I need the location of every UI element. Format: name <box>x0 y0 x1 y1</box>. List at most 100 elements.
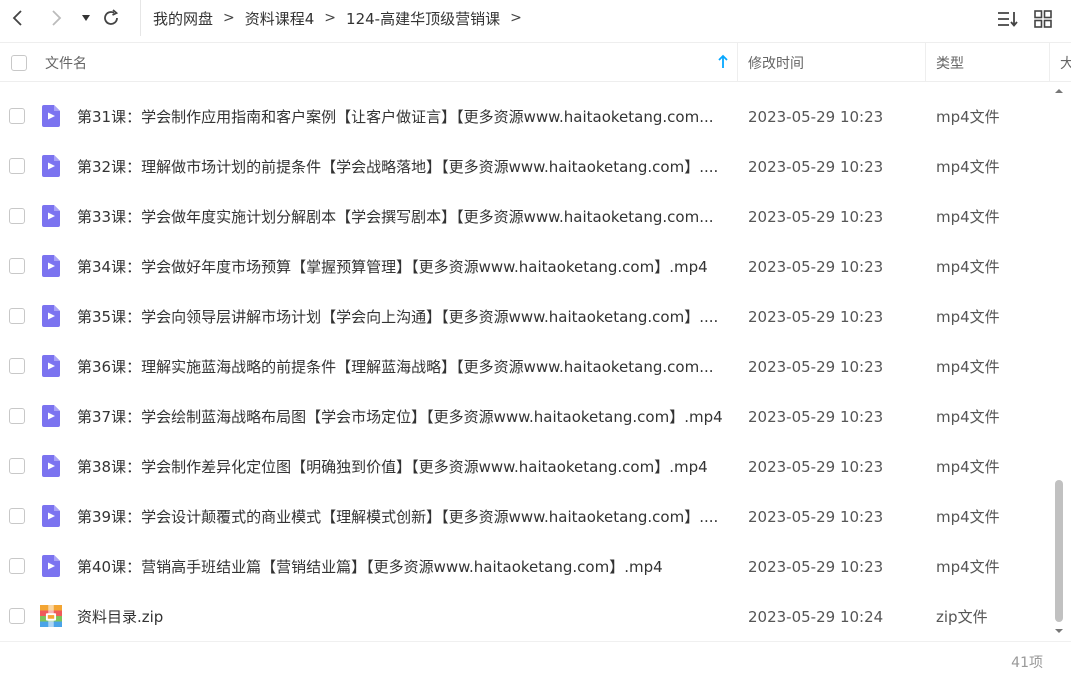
file-modified: 2023-05-29 10:23 <box>748 358 884 376</box>
breadcrumb-item-root[interactable]: 我的网盘 <box>153 8 213 29</box>
column-type[interactable]: 类型 <box>936 43 964 82</box>
column-modified[interactable]: 修改时间 <box>748 43 804 82</box>
row-checkbox[interactable] <box>9 158 25 174</box>
breadcrumb: 我的网盘 > 资料课程4 > 124-高建华顶级营销课 > <box>140 0 532 36</box>
row-checkbox[interactable] <box>9 508 25 524</box>
sort-button[interactable] <box>996 7 1020 31</box>
breadcrumb-item-course4[interactable]: 资料课程4 <box>245 8 315 29</box>
row-checkbox[interactable] <box>9 408 25 424</box>
file-modified: 2023-05-29 10:23 <box>748 158 884 176</box>
file-row[interactable]: 第34课：学会做好年度市场预算【掌握预算管理】【更多资源www.haitaoke… <box>0 242 1050 292</box>
file-modified: 2023-05-29 10:24 <box>748 608 884 626</box>
row-checkbox[interactable] <box>9 308 25 324</box>
video-file-icon <box>42 355 60 377</box>
file-type: zip文件 <box>936 608 988 626</box>
chevron-left-icon <box>12 10 22 26</box>
row-checkbox[interactable] <box>9 258 25 274</box>
file-name: 第31课：学会制作应用指南和客户案例【让客户做证言】【更多资源www.haita… <box>77 108 714 126</box>
refresh-button[interactable] <box>99 6 123 30</box>
video-file-icon <box>42 505 60 527</box>
file-type: mp4文件 <box>936 108 1000 126</box>
file-name: 第39课：学会设计颠覆式的商业模式【理解模式创新】【更多资源www.haitao… <box>77 508 719 526</box>
row-checkbox[interactable] <box>9 458 25 474</box>
breadcrumb-separator: > <box>510 10 522 26</box>
file-row[interactable]: 第36课：理解实施蓝海战略的前提条件【理解蓝海战略】【更多资源www.haita… <box>0 342 1050 392</box>
video-file-icon <box>42 105 60 127</box>
file-name: 第35课：学会向领导层讲解市场计划【学会向上沟通】【更多资源www.haitao… <box>77 308 719 326</box>
file-row[interactable]: 第39课：学会设计颠覆式的商业模式【理解模式创新】【更多资源www.haitao… <box>0 492 1050 542</box>
select-all-checkbox-cell <box>11 43 27 82</box>
zip-file-icon <box>40 605 62 627</box>
column-divider[interactable] <box>737 43 738 82</box>
history-dropdown-button[interactable] <box>74 6 98 30</box>
row-checkbox[interactable] <box>9 108 25 124</box>
caret-down-icon <box>82 15 90 21</box>
file-name: 第33课：学会做年度实施计划分解剧本【学会撰写剧本】【更多资源www.haita… <box>77 208 714 226</box>
column-divider[interactable] <box>1049 43 1050 82</box>
sort-icon <box>998 12 1018 27</box>
file-type: mp4文件 <box>936 158 1000 176</box>
column-name[interactable]: 文件名 <box>45 43 87 82</box>
video-file-icon <box>42 155 60 177</box>
file-modified: 2023-05-29 10:23 <box>748 458 884 476</box>
file-name: 第40课：营销高手班结业篇【营销结业篇】【更多资源www.haitaoketan… <box>77 558 663 576</box>
file-modified: 2023-05-29 10:23 <box>748 258 884 276</box>
row-checkbox[interactable] <box>9 558 25 574</box>
video-file-icon <box>42 405 60 427</box>
column-header: 文件名 修改时间 类型 大 <box>0 42 1071 82</box>
file-modified: 2023-05-29 10:23 <box>748 408 884 426</box>
file-type: mp4文件 <box>936 508 1000 526</box>
file-name: 第32课：理解做市场计划的前提条件【学会战略落地】【更多资源www.haitao… <box>77 158 719 176</box>
video-file-icon <box>42 255 60 277</box>
file-modified: 2023-05-29 10:23 <box>748 108 884 126</box>
row-checkbox[interactable] <box>9 208 25 224</box>
file-type: mp4文件 <box>936 358 1000 376</box>
breadcrumb-item-current[interactable]: 124-高建华顶级营销课 <box>346 8 500 29</box>
file-name: 第36课：理解实施蓝海战略的前提条件【理解蓝海战略】【更多资源www.haita… <box>77 358 714 376</box>
file-row[interactable]: 第32课：理解做市场计划的前提条件【学会战略落地】【更多资源www.haitao… <box>0 142 1050 192</box>
file-modified: 2023-05-29 10:23 <box>748 508 884 526</box>
breadcrumb-separator: > <box>324 10 337 26</box>
scrollbar-thumb[interactable] <box>1055 480 1063 622</box>
grid-icon <box>1034 10 1052 28</box>
item-count: 41项 <box>1011 655 1043 671</box>
file-row[interactable]: 第40课：营销高手班结业篇【营销结业篇】【更多资源www.haitaoketan… <box>0 542 1050 592</box>
file-name: 第37课：学会绘制蓝海战略布局图【学会市场定位】【更多资源www.haitaok… <box>77 408 723 426</box>
breadcrumb-separator: > <box>223 10 235 26</box>
file-type: mp4文件 <box>936 408 1000 426</box>
video-file-icon <box>42 555 60 577</box>
video-file-icon <box>42 305 60 327</box>
file-row[interactable]: 第35课：学会向领导层讲解市场计划【学会向上沟通】【更多资源www.haitao… <box>0 292 1050 342</box>
file-row[interactable]: 第31课：学会制作应用指南和客户案例【让客户做证言】【更多资源www.haita… <box>0 92 1050 142</box>
refresh-icon <box>104 9 119 25</box>
select-all-checkbox[interactable] <box>11 54 27 71</box>
video-file-icon <box>42 205 60 227</box>
back-button[interactable] <box>6 6 30 30</box>
file-modified: 2023-05-29 10:23 <box>748 208 884 226</box>
forward-button[interactable] <box>44 6 68 30</box>
file-row[interactable]: 第37课：学会绘制蓝海战略布局图【学会市场定位】【更多资源www.haitaok… <box>0 392 1050 442</box>
file-row[interactable]: 第33课：学会做年度实施计划分解剧本【学会撰写剧本】【更多资源www.haita… <box>0 192 1050 242</box>
toolbar: 我的网盘 > 资料课程4 > 124-高建华顶级营销课 > <box>0 0 1071 36</box>
column-size[interactable]: 大 <box>1060 43 1071 82</box>
grid-view-button[interactable] <box>1031 7 1055 31</box>
file-row[interactable]: 第38课：学会制作差异化定位图【明确独到价值】【更多资源www.haitaoke… <box>0 442 1050 492</box>
file-name: 第38课：学会制作差异化定位图【明确独到价值】【更多资源www.haitaoke… <box>77 458 708 476</box>
file-type: mp4文件 <box>936 258 1000 276</box>
file-name: 资料目录.zip <box>77 608 164 626</box>
chevron-right-icon <box>52 10 62 26</box>
file-modified: 2023-05-29 10:23 <box>748 308 884 326</box>
scroll-down-arrow-icon[interactable] <box>1054 626 1064 636</box>
row-checkbox[interactable] <box>9 608 25 624</box>
scroll-up-arrow-icon[interactable] <box>1054 86 1064 96</box>
file-row[interactable]: 资料目录.zip 2023-05-29 10:24 zip文件 <box>0 592 1050 642</box>
file-name: 第34课：学会做好年度市场预算【掌握预算管理】【更多资源www.haitaoke… <box>77 258 708 276</box>
file-modified: 2023-05-29 10:23 <box>748 558 884 576</box>
row-checkbox[interactable] <box>9 358 25 374</box>
video-file-icon <box>42 455 60 477</box>
file-type: mp4文件 <box>936 458 1000 476</box>
file-type: mp4文件 <box>936 558 1000 576</box>
sort-ascending-icon <box>718 54 728 68</box>
column-divider[interactable] <box>925 43 926 82</box>
file-type: mp4文件 <box>936 308 1000 326</box>
